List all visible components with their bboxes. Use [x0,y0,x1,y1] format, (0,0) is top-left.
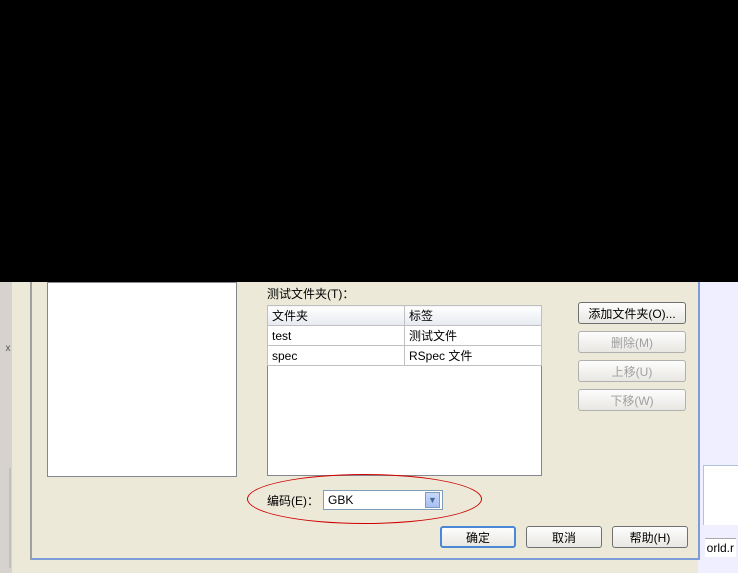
bg-right [698,282,738,573]
add-folder-button[interactable]: 添加文件夹(O)... [578,302,686,324]
test-folder-table[interactable]: 文件夹 标签 test 测试文件 spec RSpec 文件 [267,305,542,476]
move-down-button: 下移(W) [578,389,686,411]
table-row[interactable]: test 测试文件 [268,326,542,346]
delete-button: 删除(M) [578,331,686,353]
encoding-row: 编码(E)： GBK ▼ [267,490,443,510]
encoding-label: 编码(E)： [267,492,319,509]
col-header-tag[interactable]: 标签 [405,306,542,326]
help-button[interactable]: 帮助(H) [612,526,688,548]
status-text-fragment: orld.r [705,538,736,557]
cancel-button[interactable]: 取消 [526,526,602,548]
dialog-panel: 测试文件夹(T)： 文件夹 标签 test 测试文件 spec RSpec 文件… [30,282,700,560]
ok-button[interactable]: 确定 [440,526,516,548]
test-folder-area: 测试文件夹(T)： 文件夹 标签 test 测试文件 spec RSpec 文件 [267,285,547,475]
table-header-row: 文件夹 标签 [268,306,542,326]
move-up-button: 上移(U) [578,360,686,382]
background-window-fragment [703,465,738,525]
cell-folder[interactable]: test [268,326,405,346]
encoding-select[interactable]: GBK ▼ [323,490,443,510]
dialog-bottom-buttons: 确定 取消 帮助(H) [440,526,688,548]
cell-folder[interactable]: spec [268,346,405,366]
cell-tag[interactable]: 测试文件 [405,326,542,346]
vertical-divider [9,468,11,568]
cell-tag[interactable]: RSpec 文件 [405,346,542,366]
table-row[interactable]: spec RSpec 文件 [268,346,542,366]
bg-strip2 [12,282,30,573]
col-header-folder[interactable]: 文件夹 [268,306,405,326]
obscured-top-region [0,0,738,282]
right-button-column: 添加文件夹(O)... 删除(M) 上移(U) 下移(W) [578,302,688,418]
close-icon[interactable]: x [3,343,13,353]
test-folder-label: 测试文件夹(T)： [267,285,354,302]
encoding-value: GBK [328,493,353,507]
chevron-down-icon[interactable]: ▼ [425,492,440,508]
left-list-panel[interactable] [47,282,237,477]
